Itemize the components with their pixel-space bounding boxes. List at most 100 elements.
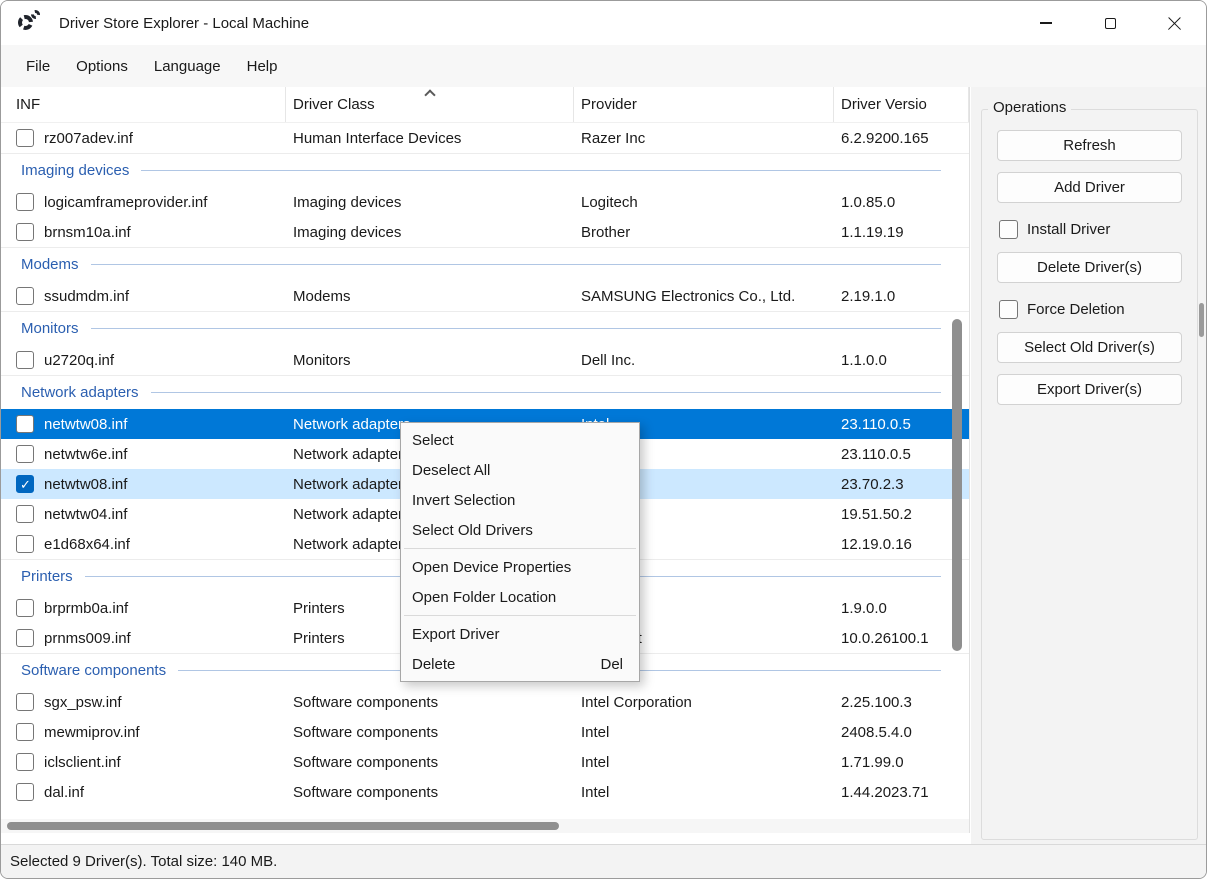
context-menu-item-invert-selection[interactable]: Invert Selection xyxy=(401,485,639,515)
gear-small-icon xyxy=(31,10,40,19)
group-header-modems[interactable]: Modems xyxy=(1,247,969,281)
row-checkbox[interactable] xyxy=(16,723,34,741)
group-header-monitors[interactable]: Monitors xyxy=(1,311,969,345)
vertical-scrollbar-thumb[interactable] xyxy=(952,319,962,651)
provider-cell: Brother xyxy=(581,223,631,241)
driver-row[interactable]: mewmiprov.inf Software components Intel 240… xyxy=(1,717,969,747)
context-menu-item-select-old-drivers[interactable]: Select Old Drivers xyxy=(401,515,639,545)
context-menu-item-label: Select Old Drivers xyxy=(412,521,533,539)
row-checkbox[interactable] xyxy=(16,129,34,147)
context-menu-item-open-device-properties[interactable]: Open Device Properties xyxy=(401,552,639,582)
row-checkbox[interactable] xyxy=(16,193,34,211)
operations-controls: Refresh Add Driver Install Driver Delete Dr… xyxy=(982,110,1197,416)
version-cell: 23.110.0.5 xyxy=(841,415,911,433)
vertical-scrollbar[interactable] xyxy=(952,123,962,815)
context-menu-item-label: Invert Selection xyxy=(412,491,516,509)
context-menu-item-label: Open Folder Location xyxy=(412,588,557,606)
driver-row[interactable]: rz007adev.inf Human Interface Devices Raze… xyxy=(1,123,969,153)
row-checkbox[interactable] xyxy=(16,535,34,553)
column-header-driver-class[interactable]: Driver Class xyxy=(286,87,574,122)
column-header-driver-versio[interactable]: Driver Versio xyxy=(834,87,969,122)
menu-item-options[interactable]: Options xyxy=(63,45,141,87)
context-menu-item-open-folder-location[interactable]: Open Folder Location xyxy=(401,582,639,612)
inf-cell: sgx_psw.inf xyxy=(1,693,286,711)
row-checkbox[interactable] xyxy=(16,629,34,647)
group-header-label: Printers xyxy=(21,568,73,585)
operations-button-refresh[interactable]: Refresh xyxy=(997,130,1182,161)
inf-name: rz007adev.inf xyxy=(44,129,133,147)
version-cell: 6.2.9200.165 xyxy=(841,129,929,147)
group-header-network-adapters[interactable]: Network adapters xyxy=(1,375,969,409)
driver-row[interactable]: brnsm10a.inf Imaging devices Brother 1.1.19… xyxy=(1,217,969,247)
inf-name: dal.inf xyxy=(44,783,85,801)
inf-cell: brprmb0a.inf xyxy=(1,599,286,617)
window-scrollbar-thumb[interactable] xyxy=(1199,303,1204,337)
driver-row[interactable]: sgx_psw.inf Software components Intel Corp… xyxy=(1,687,969,717)
gear-icon xyxy=(18,15,33,30)
minimize-button[interactable] xyxy=(1014,1,1078,45)
inf-name: mewmiprov.inf xyxy=(44,723,140,741)
maximize-button[interactable] xyxy=(1078,1,1142,45)
inf-name: netwtw04.inf xyxy=(44,505,128,523)
app-window: Driver Store Explorer - Local Machine Fi… xyxy=(0,0,1207,879)
context-menu-item-delete[interactable]: Delete Del xyxy=(401,649,639,679)
group-header-label: Network adapters xyxy=(21,384,139,401)
row-checkbox[interactable] xyxy=(16,505,34,523)
row-checkbox[interactable] xyxy=(16,783,34,801)
horizontal-scrollbar-thumb[interactable] xyxy=(7,822,559,830)
provider-cell: Razer Inc xyxy=(581,129,646,147)
column-header-label: Driver Versio xyxy=(841,96,927,113)
driver-class-cell: Software components xyxy=(293,693,439,711)
horizontal-scrollbar[interactable] xyxy=(1,819,969,833)
operations-title: Operations xyxy=(988,99,1072,116)
row-checkbox[interactable] xyxy=(16,753,34,771)
row-checkbox[interactable] xyxy=(16,693,34,711)
provider-cell: Intel xyxy=(581,783,610,801)
menu-item-file[interactable]: File xyxy=(13,45,63,87)
menu-item-language[interactable]: Language xyxy=(141,45,234,87)
context-menu-item-label: Delete xyxy=(412,655,456,673)
operations-checkbox-install-driver[interactable]: Install Driver xyxy=(999,220,1182,239)
inf-cell: ssudmdm.inf xyxy=(1,287,286,305)
menu-item-help[interactable]: Help xyxy=(234,45,291,87)
driver-row[interactable]: ssudmdm.inf Modems SAMSUNG Electronics Co.… xyxy=(1,281,969,311)
checkbox-label-force-deletion: Force Deletion xyxy=(1027,301,1125,318)
row-checkbox[interactable] xyxy=(16,223,34,241)
context-menu-item-export-driver[interactable]: Export Driver xyxy=(401,619,639,649)
checkbox-install-driver[interactable] xyxy=(999,220,1018,239)
operations-button-export-driver-s[interactable]: Export Driver(s) xyxy=(997,374,1182,405)
checkbox-force-deletion[interactable] xyxy=(999,300,1018,319)
driver-class-cell: Imaging devices xyxy=(293,193,402,211)
column-header-provider[interactable]: Provider xyxy=(574,87,834,122)
sort-ascending-icon xyxy=(423,89,436,101)
row-checkbox[interactable] xyxy=(16,287,34,305)
column-header-inf[interactable]: INF xyxy=(1,87,286,122)
operations-groupbox: Operations Refresh Add Driver Install Driv… xyxy=(981,99,1198,840)
row-checkbox[interactable] xyxy=(16,445,34,463)
driver-row[interactable]: dal.inf Software components Intel 1.44.2023… xyxy=(1,777,969,807)
driver-row[interactable]: u2720q.inf Monitors Dell Inc. 1.1.0.0 xyxy=(1,345,969,375)
group-header-imaging-devices[interactable]: Imaging devices xyxy=(1,153,969,187)
provider-cell: Intel xyxy=(581,753,610,771)
inf-name: e1d68x64.inf xyxy=(44,535,130,553)
driver-row[interactable]: logicamframeprovider.inf Imaging devices L… xyxy=(1,187,969,217)
row-checkbox[interactable] xyxy=(16,475,34,493)
operations-button-select-old-driver-s[interactable]: Select Old Driver(s) xyxy=(997,332,1182,363)
row-checkbox[interactable] xyxy=(16,415,34,433)
window-controls xyxy=(1014,1,1206,45)
group-header-label: Imaging devices xyxy=(21,162,130,179)
operations-checkbox-force-deletion[interactable]: Force Deletion xyxy=(999,300,1182,319)
driver-class-cell: Software components xyxy=(293,753,439,771)
row-checkbox[interactable] xyxy=(16,599,34,617)
operations-button-delete-driver-s[interactable]: Delete Driver(s) xyxy=(997,252,1182,283)
version-cell: 10.0.26100.1 xyxy=(841,629,929,647)
inf-name: iclsclient.inf xyxy=(44,753,121,771)
driver-row[interactable]: iclsclient.inf Software components Intel 1.… xyxy=(1,747,969,777)
row-checkbox[interactable] xyxy=(16,351,34,369)
operations-button-add-driver[interactable]: Add Driver xyxy=(997,172,1182,203)
context-menu-item-deselect-all[interactable]: Deselect All xyxy=(401,455,639,485)
context-menu-item-select[interactable]: Select xyxy=(401,425,639,455)
inf-name: logicamframeprovider.inf xyxy=(44,193,208,211)
close-button[interactable] xyxy=(1142,1,1206,45)
minimize-icon xyxy=(1040,22,1052,24)
